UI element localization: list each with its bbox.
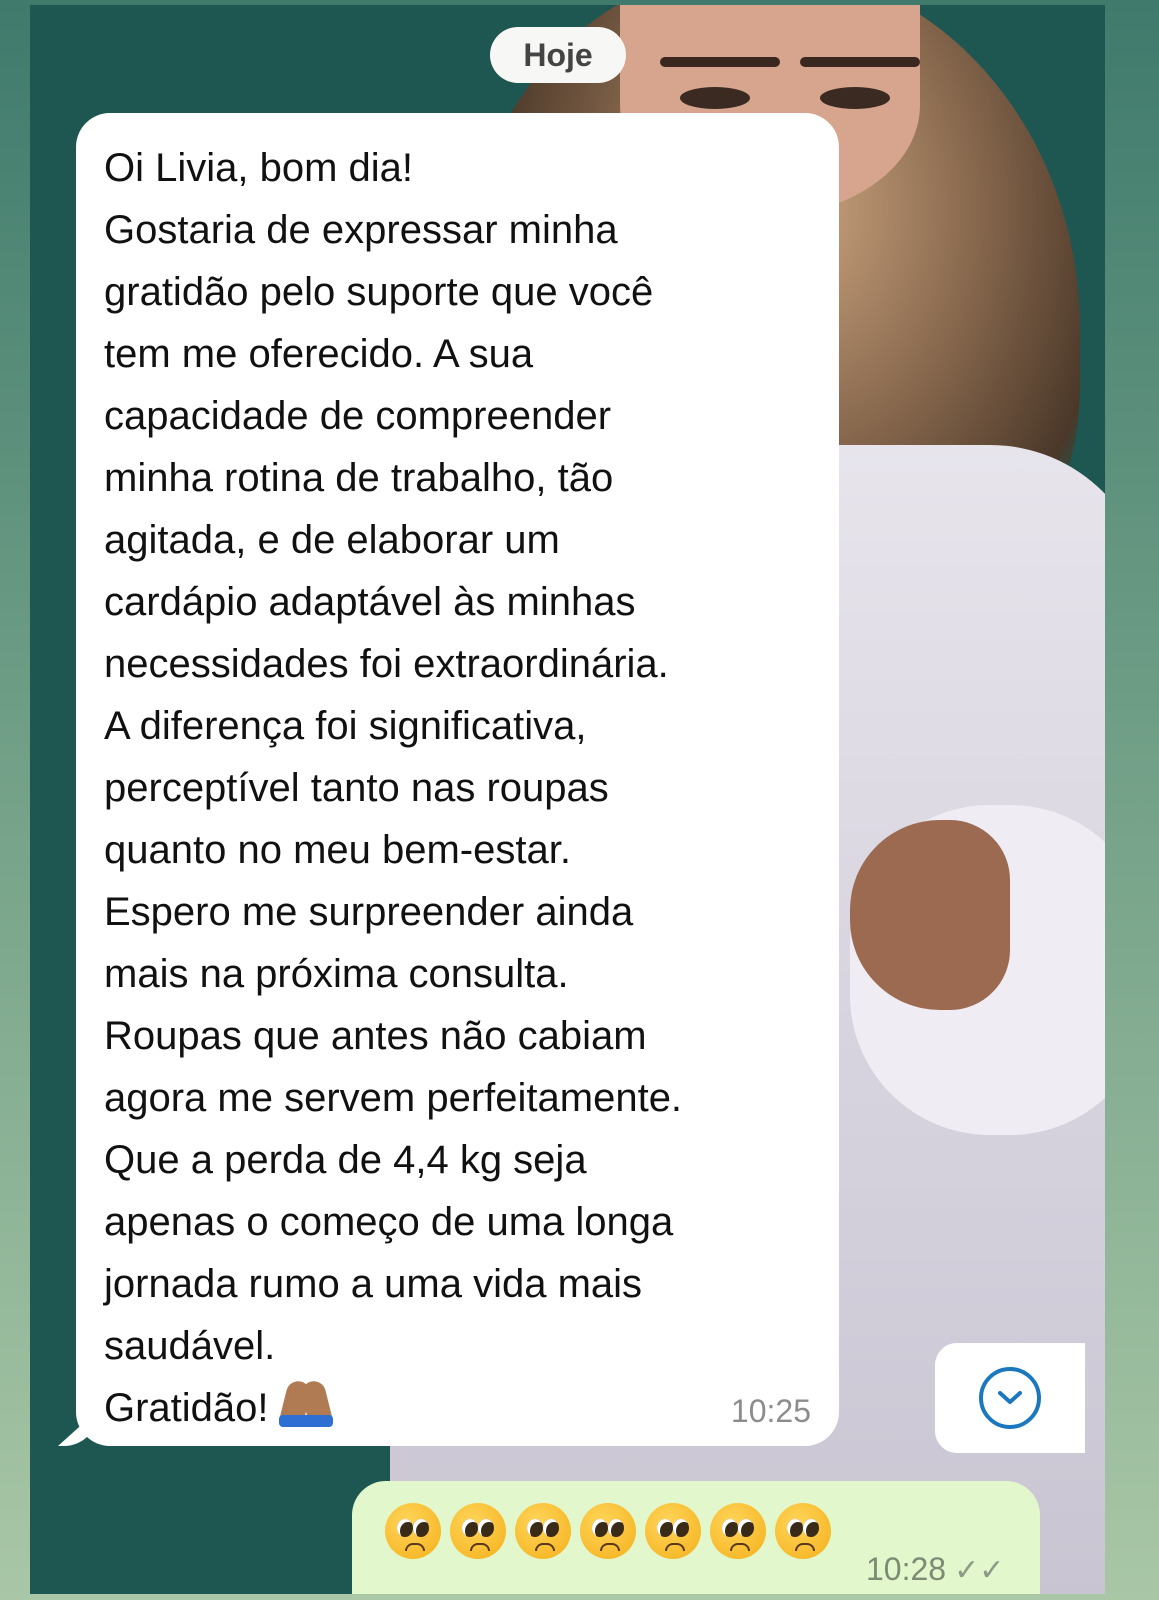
pleading-face-icon bbox=[710, 1503, 766, 1559]
pleading-face-icon bbox=[515, 1503, 571, 1559]
pleading-face-icon bbox=[385, 1503, 441, 1559]
chat-screen: Hoje Oi Livia, bom dia! Gostaria de expr… bbox=[30, 5, 1105, 1594]
double-check-icon: ✓✓ bbox=[954, 1554, 1005, 1587]
message-line: Que a perda de 4,4 kg seja bbox=[104, 1138, 587, 1182]
message-line: Roupas que antes não cabiam bbox=[104, 1014, 647, 1058]
message-timestamp: 10:28 bbox=[866, 1551, 947, 1587]
message-text: Oi Livia, bom dia! Gostaria de expressar… bbox=[104, 137, 815, 1439]
pleading-face-icon bbox=[775, 1503, 831, 1559]
message-line: gratidão pelo suporte que você bbox=[104, 270, 654, 314]
wallpaper-brow-right bbox=[800, 57, 920, 67]
message-line: agitada, e de elaborar um bbox=[104, 518, 560, 562]
message-line-last: Gratidão! bbox=[104, 1377, 815, 1439]
message-timestamp: 10:25 bbox=[730, 1393, 811, 1429]
message-line: apenas o começo de uma longa bbox=[104, 1200, 674, 1244]
pleading-face-icon bbox=[580, 1503, 636, 1559]
message-line: A diferença foi significativa, bbox=[104, 704, 587, 748]
message-line: quanto no meu bem-estar. bbox=[104, 828, 571, 872]
message-line: agora me servem perfeitamente. bbox=[104, 1076, 683, 1120]
message-line: Gostaria de expressar minha bbox=[104, 208, 618, 252]
wallpaper-arm bbox=[850, 820, 1010, 1010]
date-divider: Hoje bbox=[490, 27, 626, 83]
message-line: cardápio adaptável às minhas bbox=[104, 580, 636, 624]
message-line-last-text: Gratidão! bbox=[104, 1386, 269, 1430]
folded-hands-icon bbox=[277, 1378, 335, 1427]
message-line: Espero me surpreender ainda bbox=[104, 890, 634, 934]
message-line: tem me oferecido. A sua bbox=[104, 332, 534, 376]
wallpaper-eye-left bbox=[680, 87, 750, 109]
scroll-to-bottom-button[interactable] bbox=[935, 1343, 1085, 1453]
message-line: mais na próxima consulta. bbox=[104, 952, 569, 996]
wallpaper-eye-right bbox=[820, 87, 890, 109]
message-line: perceptível tanto nas roupas bbox=[104, 766, 609, 810]
wallpaper-brow-left bbox=[660, 57, 780, 67]
message-line: saudável. bbox=[104, 1324, 276, 1368]
incoming-message-bubble[interactable]: Oi Livia, bom dia! Gostaria de expressar… bbox=[76, 113, 839, 1446]
message-line: necessidades foi extraordinária. bbox=[104, 642, 669, 686]
message-line: jornada rumo a uma vida mais bbox=[104, 1262, 643, 1306]
message-line: capacidade de compreender bbox=[104, 394, 612, 438]
chevron-down-icon bbox=[979, 1367, 1041, 1429]
pleading-face-icon bbox=[450, 1503, 506, 1559]
message-line: Oi Livia, bom dia! bbox=[104, 146, 414, 190]
emoji-row bbox=[385, 1503, 831, 1559]
message-line: minha rotina de trabalho, tão bbox=[104, 456, 614, 500]
outgoing-meta: 10:28 ✓✓ bbox=[866, 1551, 1004, 1588]
outgoing-message-bubble[interactable]: 10:28 ✓✓ bbox=[352, 1481, 1040, 1594]
pleading-face-icon bbox=[645, 1503, 701, 1559]
